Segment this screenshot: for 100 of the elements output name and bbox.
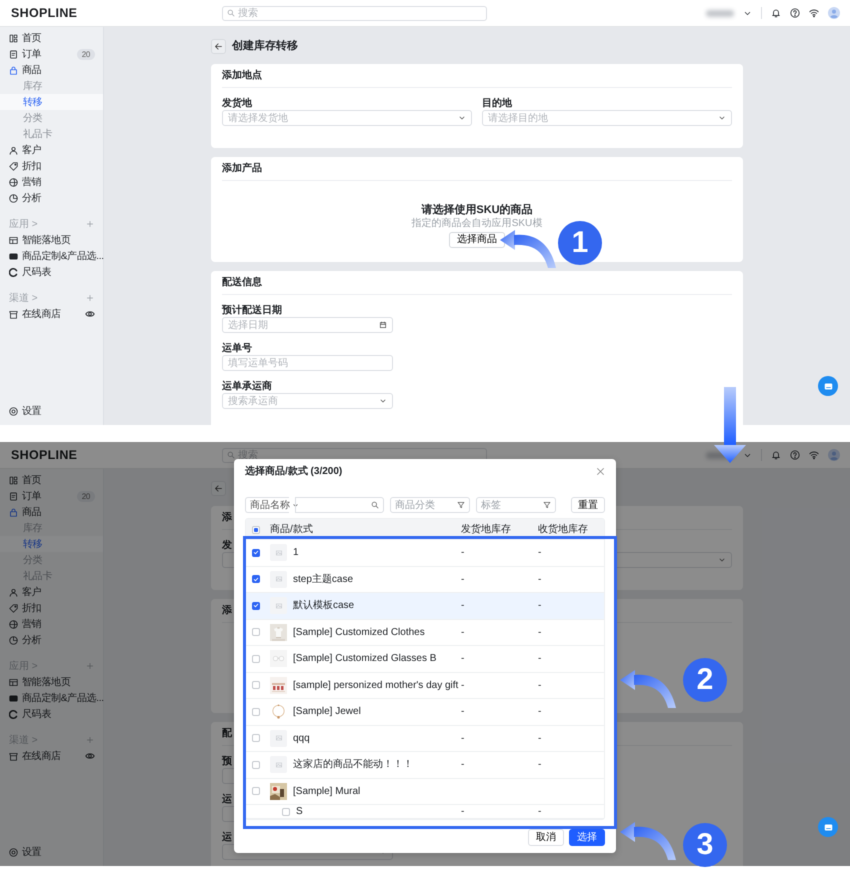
table-row[interactable]: [sample] personized mother's day gift - - bbox=[246, 672, 604, 699]
card-title: 配 bbox=[222, 727, 232, 740]
sidebar-item[interactable]: 客户 bbox=[0, 142, 103, 158]
table-row[interactable]: [Sample] Jewel - - bbox=[246, 699, 604, 726]
checkbox[interactable] bbox=[252, 628, 260, 636]
sidebar-item[interactable]: 设置 bbox=[0, 403, 103, 419]
category-filter[interactable]: 商品分类 bbox=[390, 497, 470, 513]
sidebar-item[interactable]: 折扣 bbox=[0, 158, 103, 174]
sidebar-item[interactable]: 智能落地页 bbox=[0, 674, 103, 690]
field-label: 运 bbox=[222, 792, 232, 806]
checkbox[interactable] bbox=[252, 787, 260, 796]
sidebar-item[interactable]: 客户 bbox=[0, 584, 103, 600]
filter-icon bbox=[457, 501, 465, 509]
field-input[interactable]: 搜索承运商 bbox=[223, 394, 376, 408]
product-name: 默认模板case bbox=[293, 599, 354, 612]
sidebar-item[interactable]: 营销 bbox=[0, 174, 103, 190]
field-label: 预计配送日期 bbox=[222, 304, 282, 317]
checkbox[interactable] bbox=[282, 808, 290, 816]
sidebar-item[interactable]: 在线商店 bbox=[0, 748, 103, 764]
table-cell: - bbox=[538, 626, 542, 638]
chat-icon bbox=[824, 382, 832, 390]
checkbox[interactable] bbox=[252, 548, 260, 557]
search-field[interactable] bbox=[295, 497, 384, 513]
field-input[interactable]: 选择日期 bbox=[223, 318, 376, 332]
table-row[interactable]: 默认模板case - - bbox=[246, 593, 604, 620]
sidebar-item[interactable]: 智能落地页 bbox=[0, 232, 103, 248]
back-arrow-icon bbox=[214, 42, 223, 50]
table-cell: - bbox=[461, 706, 464, 718]
tag-filter[interactable]: 标签 bbox=[476, 497, 556, 513]
sidebar-item[interactable]: 商品定制&产品选... bbox=[0, 248, 103, 264]
document-icon bbox=[9, 492, 18, 500]
checkbox[interactable] bbox=[252, 681, 260, 690]
plus-icon bbox=[86, 294, 94, 302]
input-field[interactable]: 填写运单号码 bbox=[222, 355, 393, 372]
date-field[interactable]: 选择日期 bbox=[222, 317, 393, 334]
sidebar-item[interactable]: 商品定制&产品选... bbox=[0, 690, 103, 706]
help-icon bbox=[790, 450, 800, 460]
tag-icon bbox=[9, 162, 18, 170]
checkbox[interactable] bbox=[252, 760, 260, 769]
checkbox[interactable] bbox=[252, 654, 260, 663]
sidebar-item[interactable]: 尺码表 bbox=[0, 706, 103, 722]
image-placeholder-icon bbox=[270, 570, 287, 588]
field-label: 运单承运商 bbox=[222, 380, 272, 393]
select-field[interactable]: 请选择发货地 bbox=[222, 110, 472, 126]
back-button[interactable] bbox=[211, 480, 226, 496]
field-input[interactable]: 请选择目的地 bbox=[483, 111, 715, 125]
checkbox[interactable] bbox=[252, 575, 260, 584]
field-input[interactable]: 填写运单号码 bbox=[223, 356, 387, 370]
table-row[interactable]: [Sample] Customized Glasses B - - bbox=[246, 646, 604, 672]
sidebar-item[interactable]: 设置 bbox=[0, 844, 103, 860]
table-row[interactable]: S - - bbox=[246, 805, 604, 819]
chevron-down-icon bbox=[718, 556, 726, 564]
image-placeholder-icon bbox=[270, 756, 287, 774]
sidebar-item[interactable]: 订单 20 bbox=[0, 46, 103, 62]
sidebar-item[interactable]: 转移 bbox=[0, 94, 103, 110]
checkbox[interactable] bbox=[252, 602, 260, 610]
sidebar-item[interactable]: 在线商店 bbox=[0, 306, 103, 322]
avatar[interactable] bbox=[828, 449, 840, 461]
sidebar-item[interactable]: 折扣 bbox=[0, 600, 103, 616]
chat-button[interactable] bbox=[818, 376, 838, 396]
chat-button[interactable] bbox=[818, 817, 838, 837]
sidebar-item[interactable]: 首页 bbox=[0, 472, 103, 488]
sidebar-item[interactable]: 首页 bbox=[0, 30, 103, 46]
card-icon bbox=[9, 694, 18, 702]
sidebar-item[interactable]: 营销 bbox=[0, 616, 103, 632]
sidebar-item[interactable]: 分析 bbox=[0, 190, 103, 206]
search-field[interactable]: 搜索 bbox=[222, 6, 487, 20]
sidebar-item[interactable]: 订单 20 bbox=[0, 488, 103, 504]
confirm-button[interactable]: 选择 bbox=[569, 829, 605, 846]
select-products-button[interactable]: 选择商品 bbox=[449, 232, 505, 248]
avatar[interactable] bbox=[828, 7, 840, 19]
select-field[interactable]: 搜索承运商 bbox=[222, 393, 393, 410]
close-button[interactable] bbox=[596, 466, 605, 476]
sidebar-item[interactable]: 商品 bbox=[0, 62, 103, 78]
select-field[interactable]: 请选择目的地 bbox=[482, 110, 732, 126]
table-row[interactable]: [Sample] Customized Clothes - - bbox=[246, 620, 604, 646]
blurred-name bbox=[706, 10, 734, 16]
sidebar-item[interactable]: 尺码表 bbox=[0, 264, 103, 280]
table-row[interactable]: 1 - - bbox=[246, 540, 604, 566]
globe-icon bbox=[9, 178, 18, 186]
table-row[interactable]: qqq - - bbox=[246, 726, 604, 752]
sidebar-item[interactable]: 分析 bbox=[0, 632, 103, 648]
table-row[interactable]: 这家店的商品不能动！！！ - - bbox=[246, 752, 604, 778]
back-button[interactable] bbox=[211, 38, 226, 54]
field-input[interactable]: 请选择发货地 bbox=[223, 111, 455, 125]
field-label: 运 bbox=[222, 830, 232, 844]
product-name: [Sample] Mural bbox=[293, 784, 360, 798]
field-input[interactable]: 搜索 bbox=[238, 6, 482, 20]
checkbox[interactable] bbox=[252, 526, 260, 534]
checkbox[interactable] bbox=[252, 708, 260, 716]
reset-button[interactable]: 重置 bbox=[571, 497, 605, 513]
sidebar-item[interactable]: 商品 bbox=[0, 504, 103, 520]
table-row[interactable]: [Sample] Mural bbox=[246, 778, 604, 805]
product-name: qqq bbox=[293, 732, 310, 745]
cancel-button[interactable]: 取消 bbox=[528, 829, 564, 846]
search-icon bbox=[227, 9, 235, 17]
eye-icon[interactable] bbox=[85, 309, 95, 319]
plus-icon bbox=[86, 662, 94, 670]
checkbox[interactable] bbox=[252, 734, 260, 742]
person-icon bbox=[9, 146, 18, 154]
